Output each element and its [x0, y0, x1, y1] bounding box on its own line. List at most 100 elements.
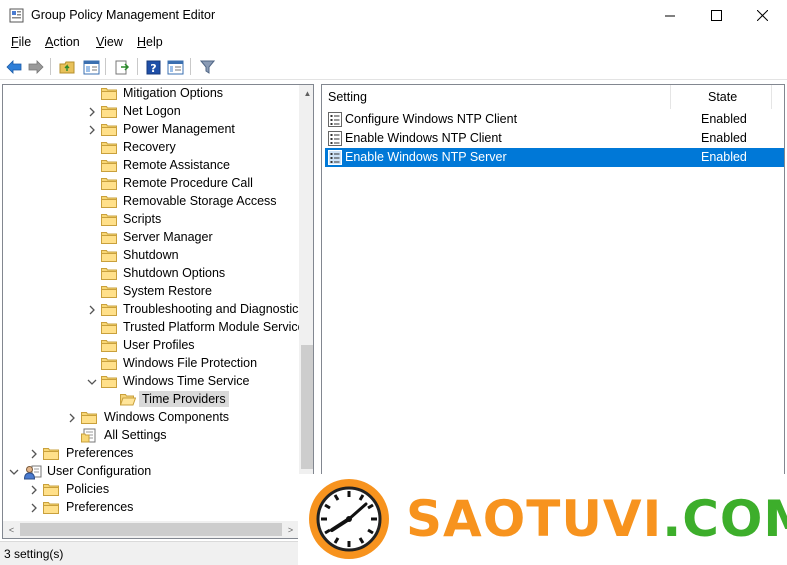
tree-vertical-scrollbar[interactable]: ▲▼ [299, 85, 313, 521]
tree-item[interactable]: Preferences [3, 445, 299, 463]
scroll-thumb[interactable] [20, 523, 282, 536]
tree-item[interactable]: Windows Components [3, 409, 299, 427]
tree-item-label: Recovery [123, 140, 176, 154]
tree-item-label: System Restore [123, 284, 212, 298]
tree-item[interactable]: Trusted Platform Module Services [3, 319, 311, 337]
menu-view[interactable]: View [96, 35, 123, 49]
menu-file-accel: F [11, 35, 19, 49]
tree-horizontal-scrollbar[interactable]: < > [3, 521, 299, 538]
close-button[interactable] [739, 0, 785, 31]
list-item[interactable]: Configure Windows NTP Client Enabled [325, 110, 784, 129]
folder-icon [43, 483, 59, 496]
folder-icon [101, 285, 117, 298]
console-tree[interactable]: Mitigation Options Net Logon Power Managem… [2, 84, 314, 539]
tree-item[interactable]: User Profiles [3, 337, 299, 355]
policy-setting-icon [328, 150, 342, 165]
tree-item-label: Time Providers [139, 391, 229, 407]
settings-list[interactable]: Setting State Configure Windows NTP Clie… [321, 84, 785, 539]
tree-item[interactable]: Windows File Protection [3, 355, 299, 373]
setting-name: Configure Windows NTP Client [345, 112, 518, 126]
column-header-state[interactable]: State [671, 85, 772, 109]
scroll-thumb[interactable] [301, 345, 313, 469]
watermark: SAOTUVI.COM [298, 474, 787, 565]
tree-item[interactable]: All Settings [3, 427, 299, 445]
list-item[interactable]: Enable Windows NTP Client Enabled [325, 129, 784, 148]
forward-button[interactable] [26, 57, 46, 77]
export-list-button[interactable] [112, 57, 132, 77]
menu-help[interactable]: Help [137, 35, 163, 49]
show-hide-tree-icon [83, 60, 99, 74]
scroll-left-arrow-icon[interactable]: < [3, 521, 20, 538]
export-list-icon [115, 60, 129, 74]
tree-item-label: Power Management [123, 122, 235, 136]
scroll-right-arrow-icon[interactable]: > [282, 521, 299, 538]
maximize-button[interactable] [693, 0, 739, 31]
chevron-right-icon[interactable] [87, 305, 97, 315]
tree-item-label: Preferences [66, 446, 134, 460]
up-one-level-button[interactable] [57, 57, 77, 77]
chevron-down-icon[interactable] [9, 467, 19, 477]
tree-item[interactable]: Mitigation Options [3, 85, 299, 103]
toolbar-separator [137, 58, 138, 75]
chevron-right-icon[interactable] [67, 413, 77, 423]
help-button[interactable]: ? [143, 57, 163, 77]
tree-item[interactable]: Power Management [3, 121, 299, 139]
folder-icon [101, 177, 117, 190]
properties-icon [167, 60, 183, 74]
tree-item[interactable]: Windows Time Service [3, 373, 299, 391]
tree-item-label: Scripts [123, 212, 162, 226]
column-header-setting[interactable]: Setting [322, 85, 671, 109]
scroll-up-arrow-icon[interactable]: ▲ [299, 85, 313, 102]
tree-item-label: Policies [66, 482, 110, 496]
policy-setting-icon [328, 112, 342, 127]
tree-item[interactable]: Shutdown [3, 247, 299, 265]
chevron-right-icon[interactable] [29, 485, 39, 495]
tree-item-label: Shutdown [123, 248, 179, 262]
tree-item-label: All Settings [104, 428, 167, 442]
tree-item[interactable]: Troubleshooting and Diagnostics [3, 301, 305, 319]
tree-item[interactable]: Shutdown Options [3, 265, 299, 283]
filter-button[interactable] [197, 57, 217, 77]
tree-item-label: Windows File Protection [123, 356, 258, 370]
minimize-button[interactable] [647, 0, 693, 31]
tree-item[interactable]: Time Providers [3, 391, 299, 409]
setting-state: Enabled [701, 112, 747, 126]
toolbar: ? [0, 53, 787, 80]
chevron-right-icon[interactable] [29, 503, 39, 513]
watermark-text-part1: SAOTUVI [406, 490, 663, 548]
tree-item[interactable]: User Configuration [3, 463, 299, 481]
tree-item[interactable]: Net Logon [3, 103, 299, 121]
menu-file[interactable]: File [11, 35, 31, 49]
tree-item[interactable]: System Restore [3, 283, 299, 301]
chevron-right-icon[interactable] [29, 449, 39, 459]
tree-item[interactable]: Preferences [3, 499, 299, 517]
toolbar-separator [190, 58, 191, 75]
menu-bar: File Action View Help [0, 31, 787, 53]
menu-help-label: elp [146, 35, 163, 49]
chevron-right-icon[interactable] [87, 107, 97, 117]
tree-item-label: Windows Components [104, 410, 230, 424]
tree-item[interactable]: Remote Procedure Call [3, 175, 299, 193]
tree-item[interactable]: Remote Assistance [3, 157, 299, 175]
chevron-right-icon[interactable] [87, 125, 97, 135]
folder-icon [101, 231, 117, 244]
tree-item[interactable]: Server Manager [3, 229, 299, 247]
tree-item-label: User Profiles [123, 338, 195, 352]
tree-item[interactable]: Scripts [3, 211, 299, 229]
gpo-editor-app-icon [9, 8, 24, 23]
tree-item-label: Troubleshooting and Diagnostics [123, 302, 305, 316]
list-item[interactable]: Enable Windows NTP Server Enabled [325, 148, 784, 167]
tree-item-label: Windows Time Service [123, 374, 250, 388]
back-button[interactable] [4, 57, 24, 77]
tree-item[interactable]: Removable Storage Access [3, 193, 299, 211]
menu-action[interactable]: Action [45, 35, 80, 49]
folder-icon [101, 141, 117, 154]
folder-icon [101, 213, 117, 226]
tree-item[interactable]: Recovery [3, 139, 299, 157]
show-hide-console-tree-button[interactable] [81, 57, 101, 77]
folder-icon [101, 87, 117, 100]
chevron-down-icon[interactable] [87, 377, 97, 387]
properties-button[interactable] [165, 57, 185, 77]
tree-item-label: Server Manager [123, 230, 213, 244]
tree-item[interactable]: Policies [3, 481, 299, 499]
